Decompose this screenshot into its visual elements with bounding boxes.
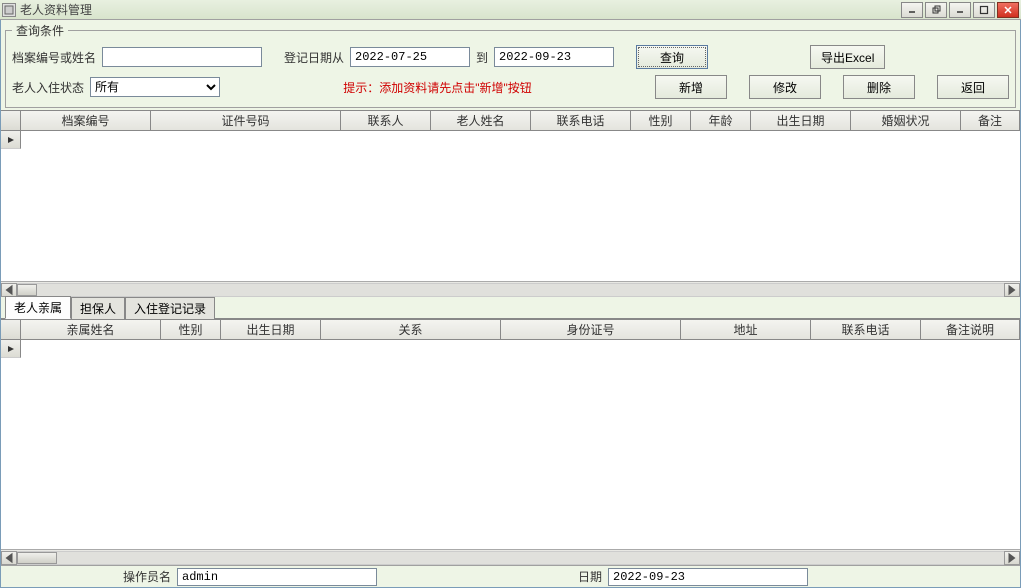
minimize2-button[interactable] [949,2,971,18]
scroll2-right-icon[interactable] [1004,551,1020,565]
hint-text: 提示：添加资料请先点击"新增"按钮 [226,79,649,96]
delete-button[interactable]: 删除 [843,75,915,99]
status-bar: 操作员名 日期 [1,565,1020,587]
col-phone[interactable]: 联系电话 [531,111,631,130]
col-contact[interactable]: 联系人 [341,111,431,130]
col2-gender[interactable]: 性别 [161,320,221,339]
app-icon [2,3,16,17]
col2-idno[interactable]: 身份证号 [501,320,681,339]
tab-checkin-log[interactable]: 入住登记记录 [125,297,215,319]
col-archive-no[interactable]: 档案编号 [21,111,151,130]
relatives-grid-header: 亲属姓名 性别 出生日期 关系 身份证号 地址 联系电话 备注说明 [1,320,1020,340]
maximize-button[interactable] [973,2,995,18]
add-button[interactable]: 新增 [655,75,727,99]
col-age[interactable]: 年龄 [691,111,751,130]
relatives-grid-body[interactable] [1,340,1020,549]
operator-field[interactable] [177,568,377,586]
export-excel-button[interactable]: 导出Excel [810,45,885,69]
status-date-field[interactable] [608,568,808,586]
window-title: 老人资料管理 [20,1,901,18]
id-or-name-input[interactable] [102,47,262,67]
col2-relation[interactable]: 关系 [321,320,501,339]
query-legend: 查询条件 [12,22,68,39]
status-date-label: 日期 [578,568,602,585]
search-button[interactable]: 查询 [636,45,708,69]
status-label: 老人入住状态 [12,79,84,96]
back-button[interactable]: 返回 [937,75,1009,99]
scroll2-thumb[interactable] [17,552,57,564]
grid2-gutter-header [1,320,21,339]
restore-button[interactable] [925,2,947,18]
close-button[interactable] [997,2,1019,18]
date-to-input[interactable] [494,47,614,67]
grid-gutter-header [1,111,21,130]
scroll-right-icon[interactable] [1004,283,1020,297]
tab-relatives[interactable]: 老人亲属 [5,296,71,319]
current-row-marker-2 [1,340,21,358]
minimize-button[interactable] [901,2,923,18]
date-from-label: 登记日期从 [284,49,344,66]
elderly-grid-header: 档案编号 证件号码 联系人 老人姓名 联系电话 性别 年龄 出生日期 婚姻状况 … [1,111,1020,131]
relatives-grid-hscroll[interactable] [1,549,1020,565]
scroll-left-icon[interactable] [1,283,17,297]
col-remark[interactable]: 备注 [961,111,1020,130]
scroll-thumb[interactable] [17,284,37,296]
col2-address[interactable]: 地址 [681,320,811,339]
date-to-label: 到 [476,49,488,66]
elderly-grid-hscroll[interactable] [1,281,1020,297]
col-birthdate[interactable]: 出生日期 [751,111,851,130]
col2-name[interactable]: 亲属姓名 [21,320,161,339]
query-fieldset: 查询条件 档案编号或姓名 登记日期从 到 查询 导出Excel 老人入住状态 所… [5,22,1016,108]
scroll2-left-icon[interactable] [1,551,17,565]
col-name[interactable]: 老人姓名 [431,111,531,130]
scroll2-track[interactable] [17,551,1004,565]
col2-remark[interactable]: 备注说明 [921,320,1020,339]
tab-guarantor[interactable]: 担保人 [71,297,125,319]
detail-tabs: 老人亲属 担保人 入住登记记录 [1,297,1020,319]
title-bar: 老人资料管理 [0,0,1021,20]
col2-phone[interactable]: 联系电话 [811,320,921,339]
current-row-marker [1,131,21,149]
relatives-grid: 亲属姓名 性别 出生日期 关系 身份证号 地址 联系电话 备注说明 [1,319,1020,565]
col-marital[interactable]: 婚姻状况 [851,111,961,130]
id-or-name-label: 档案编号或姓名 [12,49,96,66]
col-id-no[interactable]: 证件号码 [151,111,341,130]
col-gender[interactable]: 性别 [631,111,691,130]
date-from-input[interactable] [350,47,470,67]
operator-label: 操作员名 [123,568,171,585]
status-select[interactable]: 所有 [90,77,220,97]
elderly-grid-body[interactable] [1,131,1020,281]
scroll-track[interactable] [17,283,1004,297]
edit-button[interactable]: 修改 [749,75,821,99]
col2-birthdate[interactable]: 出生日期 [221,320,321,339]
elderly-grid: 档案编号 证件号码 联系人 老人姓名 联系电话 性别 年龄 出生日期 婚姻状况 … [1,110,1020,297]
